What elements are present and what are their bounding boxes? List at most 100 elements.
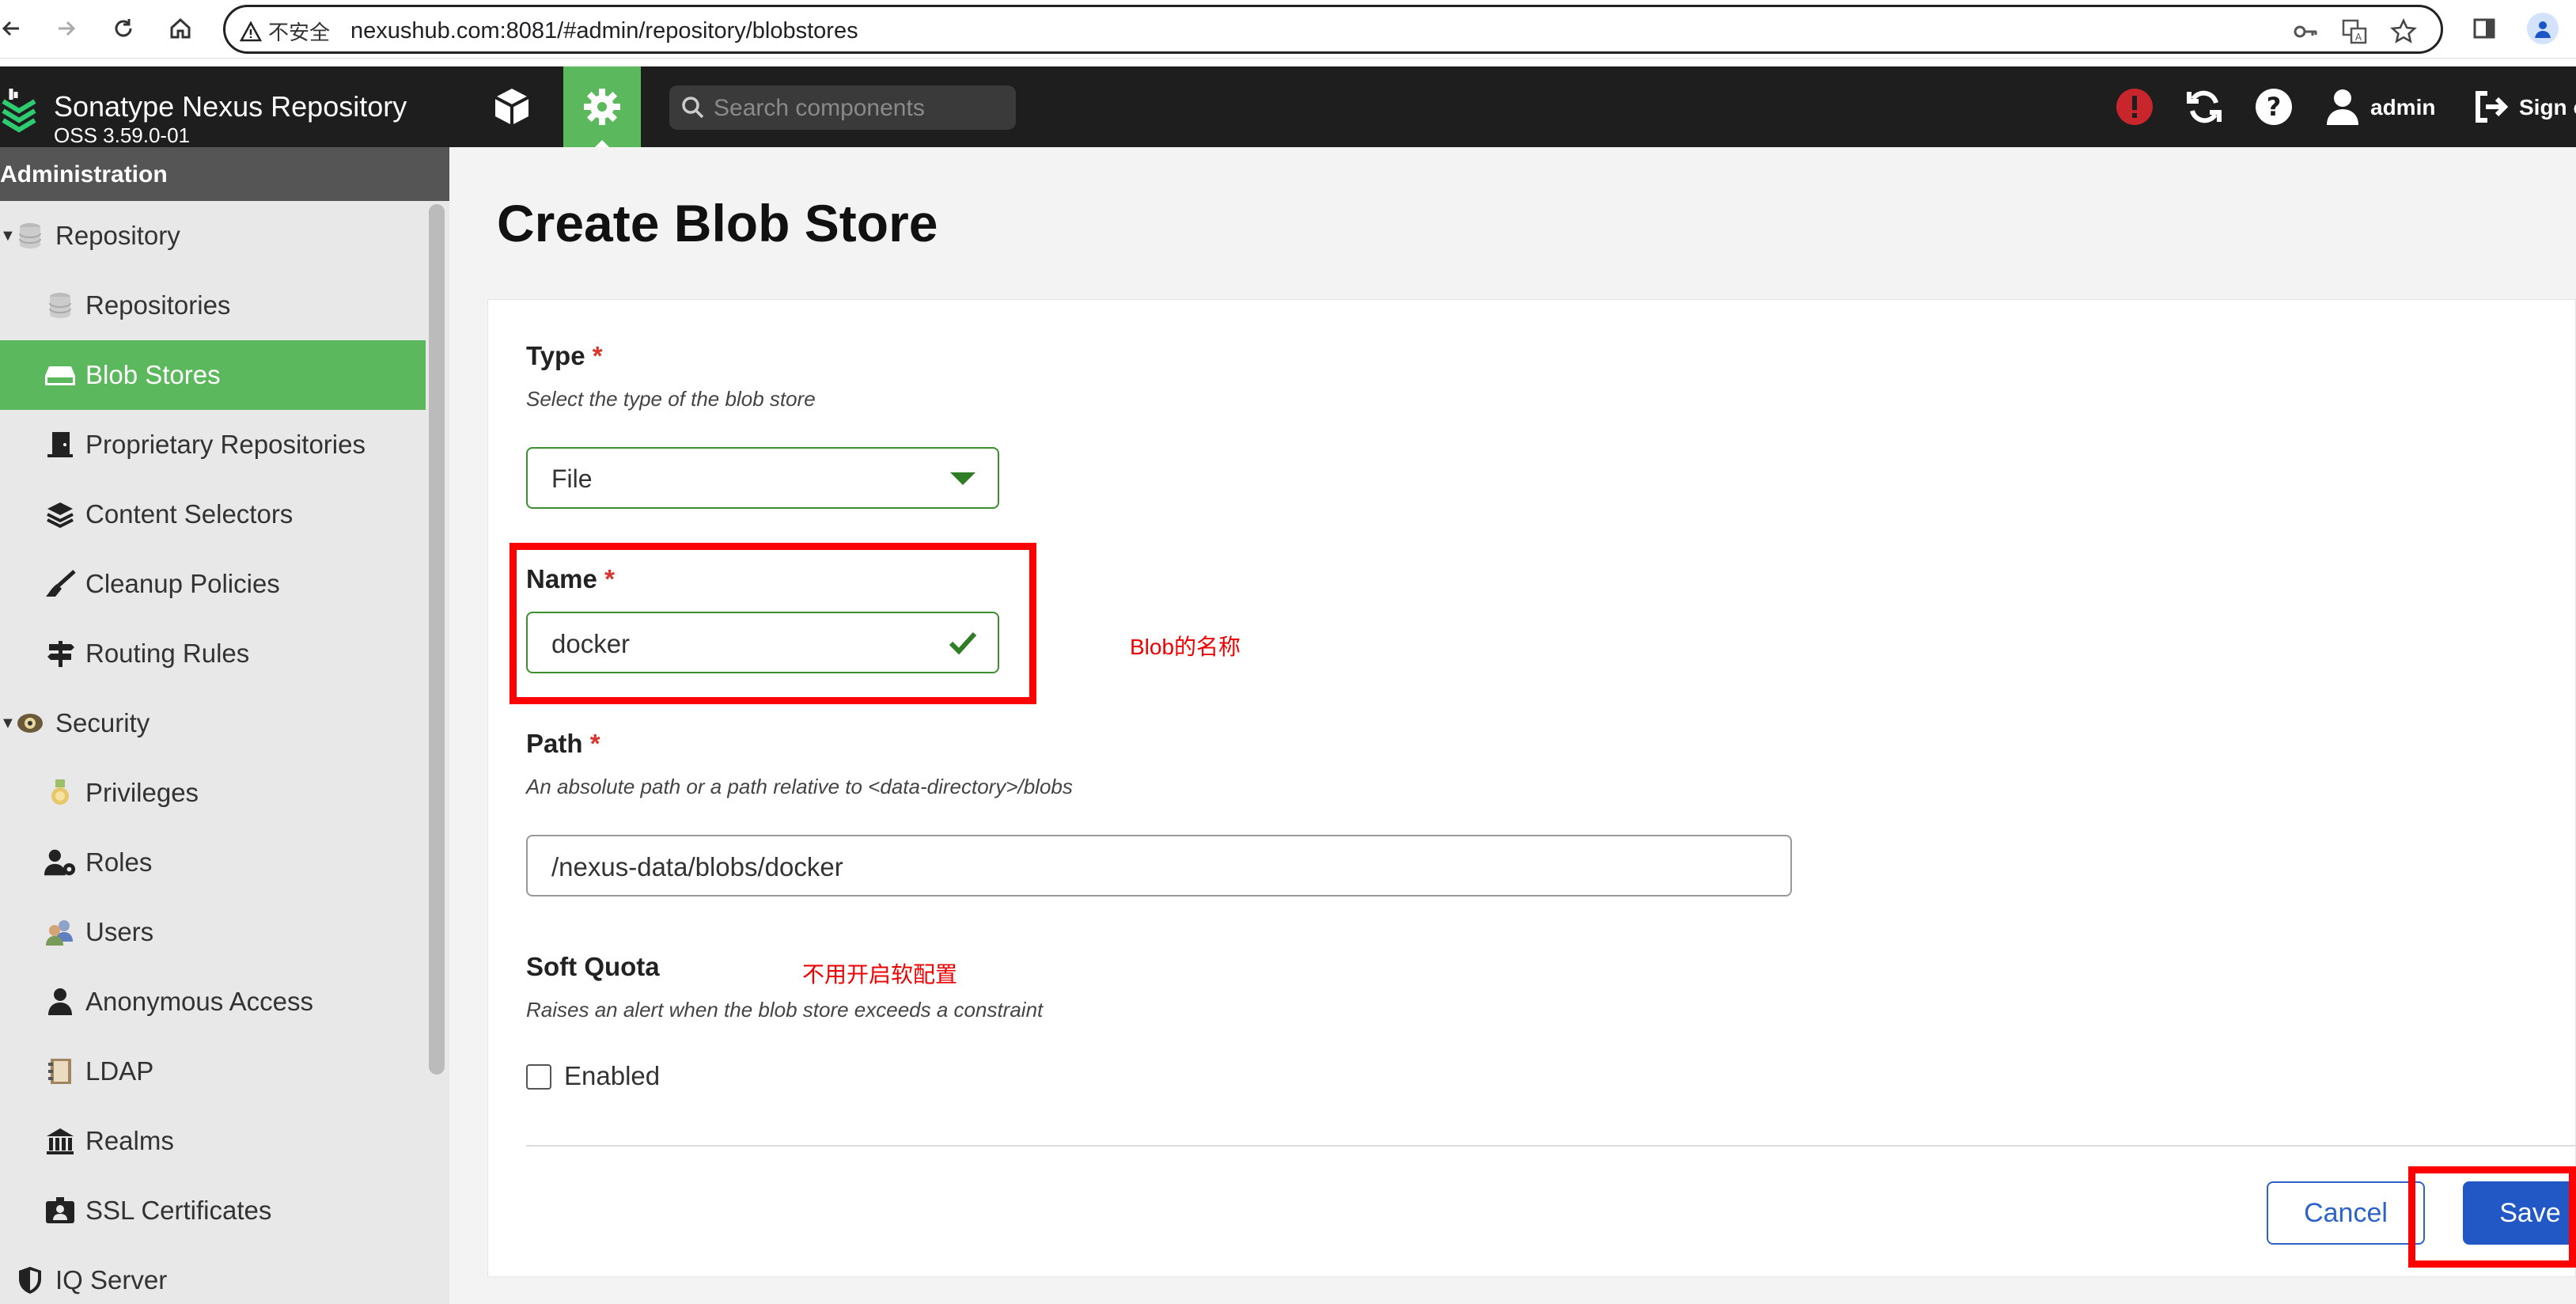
brand-version: OSS 3.59.0-01 <box>54 123 190 147</box>
sidebar-item-label: Security <box>55 708 150 737</box>
forward-icon[interactable] <box>49 11 84 46</box>
side-panel-icon[interactable] <box>2468 13 2500 44</box>
sidebar: Administration ▼ Repository Repositories… <box>0 147 449 1304</box>
sidebar-item-blob-stores[interactable]: Blob Stores <box>0 340 426 410</box>
user-icon <box>44 986 76 1018</box>
address-bar[interactable]: 不安全 nexushub.com:8081/#admin/repository/… <box>223 5 2443 54</box>
home-icon[interactable] <box>163 11 198 46</box>
sidebar-item-label: Repository <box>55 221 180 250</box>
browser-toolbar: 不安全 nexushub.com:8081/#admin/repository/… <box>0 0 2576 59</box>
sidebar-item-label: Cleanup Policies <box>85 569 280 598</box>
sidebar-item-label: Anonymous Access <box>85 987 313 1016</box>
sidebar-item-label: Realms <box>85 1126 174 1155</box>
sidebar-scrollbar[interactable] <box>429 204 445 1075</box>
sidebar-item-content-selectors[interactable]: Content Selectors <box>0 480 426 549</box>
sidebar-item-repository[interactable]: ▼ Repository <box>0 201 426 271</box>
layers-icon <box>44 498 76 530</box>
search-components-input[interactable]: Search components <box>669 85 1016 130</box>
search-icon <box>682 97 704 119</box>
sidebar-item-repositories[interactable]: Repositories <box>0 271 426 340</box>
sidebar-item-label: Blob Stores <box>85 360 221 389</box>
profile-avatar-icon[interactable] <box>2527 13 2559 44</box>
sidebar-item-label: Privileges <box>85 778 199 807</box>
sidebar-item-users[interactable]: Users <box>0 897 426 967</box>
sidebar-item-label: Users <box>85 917 154 946</box>
sidebar-item-realms[interactable]: Realms <box>0 1106 426 1176</box>
database-icon <box>14 220 46 252</box>
sidebar-item-label: Roles <box>85 847 153 877</box>
database-icon <box>44 290 76 321</box>
signpost-icon <box>44 638 76 669</box>
back-icon[interactable] <box>0 11 28 46</box>
annotation-box-name <box>510 543 1036 704</box>
translate-icon[interactable]: A <box>2339 17 2370 47</box>
path-label: Path * <box>526 729 600 758</box>
medal-icon <box>44 777 76 809</box>
cancel-button[interactable]: Cancel <box>2267 1181 2425 1245</box>
door-icon <box>44 429 76 461</box>
sidebar-item-security[interactable]: ▼ Security <box>0 688 426 758</box>
sidebar-item-cleanup-policies[interactable]: Cleanup Policies <box>0 549 426 619</box>
sidebar-item-anonymous-access[interactable]: Anonymous Access <box>0 967 426 1037</box>
key-icon[interactable] <box>2290 17 2320 47</box>
sidebar-item-privileges[interactable]: Privileges <box>0 758 426 828</box>
sidebar-item-label: LDAP <box>85 1056 154 1086</box>
user-name[interactable]: admin <box>2370 95 2435 120</box>
soft-quota-enabled-checkbox[interactable] <box>526 1064 551 1090</box>
required-marker: * <box>589 729 600 758</box>
browse-cube-icon[interactable] <box>484 66 540 147</box>
sidebar-item-label: Proprietary Repositories <box>85 430 366 459</box>
sidebar-item-proprietary-repositories[interactable]: Proprietary Repositories <box>0 410 426 480</box>
svg-text:?: ? <box>2267 92 2282 122</box>
path-help-text: An absolute path or a path relative to <… <box>526 775 1073 798</box>
reload-icon[interactable] <box>106 11 141 46</box>
search-placeholder: Search components <box>714 95 925 121</box>
sidebar-item-ldap[interactable]: LDAP <box>0 1037 426 1106</box>
soft-quota-label: Soft Quota <box>526 952 660 981</box>
admin-gear-tab[interactable] <box>563 66 641 147</box>
path-input[interactable]: /nexus-data/blobs/docker <box>526 835 1792 896</box>
path-input-value: /nexus-data/blobs/docker <box>551 852 843 881</box>
security-label: 不安全 <box>268 21 331 44</box>
caret-down-icon[interactable]: ▼ <box>0 715 16 733</box>
main-content: Create Blob Store Type * Select the type… <box>449 147 2576 1304</box>
sidebar-item-routing-rules[interactable]: Routing Rules <box>0 619 426 688</box>
type-select[interactable]: File <box>526 447 999 509</box>
caret-down-icon[interactable]: ▼ <box>0 227 16 245</box>
type-label: Type * <box>526 341 603 370</box>
hard-drive-icon <box>44 359 76 391</box>
users-icon <box>44 916 76 948</box>
annotation-name-note: Blob的名称 <box>1130 635 1241 659</box>
security-warning[interactable]: 不安全 <box>240 17 330 46</box>
sidebar-item-iq-server[interactable]: IQ Server <box>0 1245 426 1304</box>
form-divider <box>526 1145 2576 1147</box>
type-help-text: Select the type of the blob store <box>526 387 816 411</box>
user-icon[interactable] <box>2323 66 2362 147</box>
blob-store-form: Type * Select the type of the blob store… <box>487 299 2576 1277</box>
chevron-down-icon <box>950 472 975 485</box>
sign-out-icon[interactable] <box>2472 66 2511 147</box>
annotation-quota-note: 不用开启软配置 <box>802 962 958 987</box>
svg-text:A: A <box>2355 32 2362 43</box>
alert-icon[interactable] <box>2112 66 2157 147</box>
bookmark-star-icon[interactable] <box>2388 17 2419 47</box>
sidebar-header: Administration <box>0 147 449 201</box>
required-marker: * <box>592 341 603 370</box>
help-icon[interactable]: ? <box>2252 66 2296 147</box>
nexus-logo-icon <box>2 89 36 133</box>
type-select-value: File <box>551 464 593 493</box>
refresh-icon[interactable] <box>2182 66 2226 147</box>
id-card-icon <box>44 1195 76 1226</box>
sidebar-item-label: Routing Rules <box>85 639 250 668</box>
sidebar-item-ssl-certificates[interactable]: SSL Certificates <box>0 1176 426 1245</box>
shield-icon <box>14 1264 46 1296</box>
badge-icon <box>14 707 46 739</box>
app-header: Sonatype Nexus Repository OSS 3.59.0-01 … <box>0 66 2576 147</box>
sidebar-item-roles[interactable]: Roles <box>0 828 426 897</box>
soft-quota-help-text: Raises an alert when the blob store exce… <box>526 998 1044 1022</box>
warning-icon <box>240 20 262 41</box>
annotation-box-save <box>2408 1166 2576 1268</box>
user-gear-icon <box>44 847 76 878</box>
sidebar-header-label: Administration <box>0 161 168 188</box>
sign-out-link[interactable]: Sign out <box>2519 95 2576 120</box>
